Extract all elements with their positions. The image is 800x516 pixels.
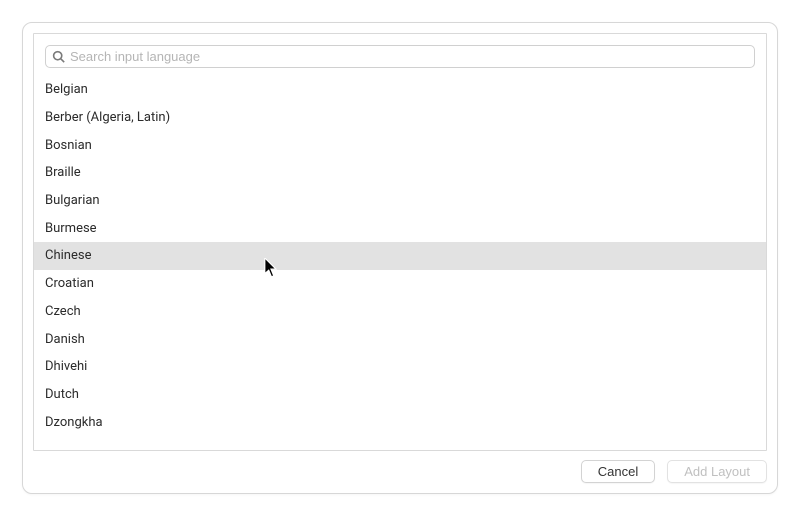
list-item[interactable]: Dutch (34, 381, 766, 409)
list-item[interactable]: Danish (34, 325, 766, 353)
language-label: Croatian (45, 276, 94, 291)
list-item[interactable]: Dhivehi (34, 353, 766, 381)
add-layout-button[interactable]: Add Layout (667, 460, 767, 483)
list-item[interactable]: Bulgarian (34, 187, 766, 215)
input-language-dialog: Belgian Berber (Algeria, Latin) Bosnian … (22, 22, 778, 494)
language-label: Chinese (45, 248, 91, 263)
search-box[interactable] (45, 45, 755, 68)
cancel-button[interactable]: Cancel (581, 460, 655, 483)
language-label: Czech (45, 304, 81, 319)
list-item[interactable]: Dzongkha (34, 408, 766, 436)
language-label: Bosnian (45, 138, 92, 153)
content-frame: Belgian Berber (Algeria, Latin) Bosnian … (33, 33, 767, 451)
list-item[interactable]: Bosnian (34, 131, 766, 159)
list-item[interactable]: Croatian (34, 270, 766, 298)
language-label: Braille (45, 165, 81, 180)
language-label: Dzongkha (45, 415, 103, 430)
language-label: Bulgarian (45, 193, 100, 208)
language-label: Belgian (45, 82, 88, 97)
button-bar: Cancel Add Layout (581, 460, 767, 483)
list-item[interactable]: Czech (34, 298, 766, 326)
language-label: Berber (Algeria, Latin) (45, 110, 170, 125)
list-item[interactable]: Belgian (34, 76, 766, 104)
list-item[interactable]: Chinese (34, 242, 766, 270)
language-label: Danish (45, 332, 85, 347)
search-input[interactable] (70, 49, 748, 64)
language-list[interactable]: Belgian Berber (Algeria, Latin) Bosnian … (34, 76, 766, 450)
language-label: Burmese (45, 221, 97, 236)
list-item[interactable]: Braille (34, 159, 766, 187)
language-label: Dutch (45, 387, 79, 402)
list-item[interactable]: Burmese (34, 214, 766, 242)
list-item[interactable]: Berber (Algeria, Latin) (34, 104, 766, 132)
search-wrap (34, 34, 766, 76)
search-icon (52, 50, 65, 63)
language-label: Dhivehi (45, 359, 87, 374)
